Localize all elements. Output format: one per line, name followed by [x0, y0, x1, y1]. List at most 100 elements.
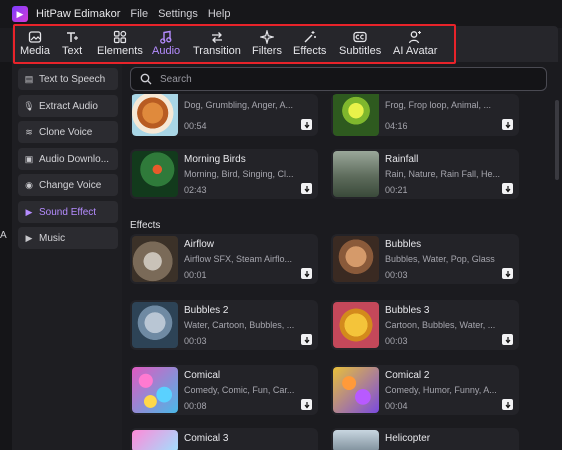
tab-effects[interactable]: Effects	[293, 30, 326, 60]
download-button[interactable]	[502, 334, 513, 345]
sidebar-item-sound-effect[interactable]: ▶ Sound Effect	[18, 201, 118, 223]
left-edge-letter: A	[0, 230, 7, 241]
app-title: HitPaw Edimakor	[36, 8, 121, 20]
card-name: Bubbles 2	[184, 305, 229, 316]
voice-icon: ◉	[25, 179, 33, 190]
music-note-icon	[160, 30, 172, 44]
triangle-right-icon: ▶	[25, 232, 33, 243]
download-icon: ▣	[24, 153, 34, 164]
section-title-effects: Effects	[130, 220, 161, 231]
sidebar-item-label: Clone Voice	[39, 126, 93, 138]
tab-subtitles[interactable]: Subtitles	[339, 30, 381, 60]
sound-card[interactable]: Dog, Grumbling, Anger, A... 00:54	[130, 94, 318, 136]
card-name: Morning Birds	[184, 154, 246, 165]
left-edge-strip	[0, 62, 12, 450]
tab-audio[interactable]: Audio	[152, 30, 180, 60]
card-name: Helicopter	[385, 433, 431, 444]
sidebar-item-change-voice[interactable]: ◉ Change Voice	[18, 174, 118, 196]
scrollbar[interactable]	[555, 100, 559, 180]
download-button[interactable]	[502, 399, 513, 410]
tab-filters-label: Filters	[252, 45, 282, 57]
sidebar-item-label: Text to Speech	[39, 73, 106, 85]
sound-card[interactable]: Rainfall Rain, Nature, Rain Fall, He... …	[331, 149, 519, 199]
sidebar-item-clone-voice[interactable]: ≋ Clone Voice	[18, 121, 118, 143]
sidebar: ▤ Text to Speech 🎙︎ Extract Audio ≋ Clon…	[12, 62, 122, 450]
download-button[interactable]	[502, 119, 513, 130]
menu-file[interactable]: File	[130, 8, 148, 20]
sidebar-item-extract-audio[interactable]: 🎙︎ Extract Audio	[18, 95, 118, 117]
download-arrow-icon	[505, 401, 510, 408]
sound-card[interactable]: Bubbles Bubbles, Water, Pop, Glass 00:03	[331, 234, 519, 284]
download-arrow-icon	[505, 121, 510, 128]
download-arrow-icon	[304, 185, 309, 192]
tab-filters[interactable]: Filters	[252, 30, 282, 60]
sound-card[interactable]: Comical 3	[130, 428, 318, 450]
menu-help[interactable]: Help	[208, 8, 231, 20]
tab-audio-label: Audio	[152, 45, 181, 57]
sidebar-item-label: Music	[39, 232, 66, 244]
tab-text-label: Text	[62, 45, 83, 57]
card-tags: Airflow SFX, Steam Airflo...	[184, 254, 293, 264]
search-bar[interactable]: Search	[130, 67, 547, 91]
card-name: Comical	[184, 370, 221, 381]
triangle-right-icon: ▶	[25, 206, 33, 217]
comical-2-thumbnail	[333, 367, 379, 413]
card-tags: Cartoon, Bubbles, Water, ...	[385, 320, 496, 330]
tab-elements[interactable]: Elements	[97, 30, 143, 60]
sound-card[interactable]: Morning Birds Morning, Bird, Singing, Cl…	[130, 149, 318, 199]
tab-elements-label: Elements	[97, 45, 143, 57]
menu-settings[interactable]: Settings	[158, 8, 198, 20]
tab-text[interactable]: Text	[62, 30, 82, 60]
tab-transition[interactable]: Transition	[193, 30, 241, 60]
card-duration: 00:04	[385, 401, 408, 411]
download-button[interactable]	[502, 268, 513, 279]
sidebar-item-label: Extract Audio	[39, 100, 98, 112]
download-button[interactable]	[301, 183, 312, 194]
sound-card[interactable]: Bubbles 2 Water, Cartoon, Bubbles, ... 0…	[130, 300, 318, 350]
card-tags: Dog, Grumbling, Anger, A...	[184, 100, 294, 110]
search-input[interactable]: Search	[160, 74, 192, 85]
sound-card[interactable]: Airflow Airflow SFX, Steam Airflo... 00:…	[130, 234, 318, 284]
download-arrow-icon	[505, 336, 510, 343]
download-arrow-icon	[304, 121, 309, 128]
sidebar-item-audio-download[interactable]: ▣ Audio Downlo...	[18, 148, 118, 170]
card-name: Bubbles 3	[385, 305, 430, 316]
helicopter-thumbnail	[333, 430, 379, 450]
card-duration: 00:03	[184, 336, 207, 346]
card-name: Airflow	[184, 239, 215, 250]
wand-icon	[304, 31, 316, 43]
tab-subtitles-label: Subtitles	[339, 45, 382, 57]
card-duration: 00:03	[385, 270, 408, 280]
sound-card[interactable]: Bubbles 3 Cartoon, Bubbles, Water, ... 0…	[331, 300, 519, 350]
card-name: Bubbles	[385, 239, 422, 250]
card-tags: Rain, Nature, Rain Fall, He...	[385, 169, 501, 179]
sidebar-item-music[interactable]: ▶ Music	[18, 227, 118, 249]
download-button[interactable]	[301, 399, 312, 410]
download-button[interactable]	[301, 334, 312, 345]
download-button[interactable]	[301, 119, 312, 130]
sidebar-item-text-to-speech[interactable]: ▤ Text to Speech	[18, 68, 118, 90]
comical-thumbnail	[132, 367, 178, 413]
tab-media[interactable]: Media	[20, 30, 50, 60]
download-arrow-icon	[304, 401, 309, 408]
comical-3-thumbnail	[132, 430, 178, 450]
birds-thumbnail	[132, 151, 178, 197]
download-arrow-icon	[505, 270, 510, 277]
download-button[interactable]	[301, 268, 312, 279]
card-duration: 00:03	[385, 336, 408, 346]
bubbles-thumbnail	[333, 236, 379, 282]
card-tags: Bubbles, Water, Pop, Glass	[385, 254, 495, 264]
download-button[interactable]	[502, 183, 513, 194]
card-duration: 00:08	[184, 401, 207, 411]
sound-card[interactable]: Helicopter	[331, 428, 519, 450]
tab-ai-avatar[interactable]: AI Avatar	[393, 30, 437, 60]
tab-transition-label: Transition	[193, 45, 241, 57]
sound-card[interactable]: Comical 2 Comedy, Humor, Funny, A... 00:…	[331, 365, 519, 415]
card-duration: 02:43	[184, 185, 207, 195]
sound-card[interactable]: Frog, Frop loop, Animal, ... 04:16	[331, 94, 519, 136]
bubbles-3-thumbnail	[333, 302, 379, 348]
card-tags: Morning, Bird, Singing, Cl...	[184, 169, 294, 179]
sparkle-icon	[259, 30, 274, 44]
sound-card[interactable]: Comical Comedy, Comic, Fun, Car... 00:08	[130, 365, 318, 415]
sidebar-item-label: Sound Effect	[39, 206, 97, 218]
